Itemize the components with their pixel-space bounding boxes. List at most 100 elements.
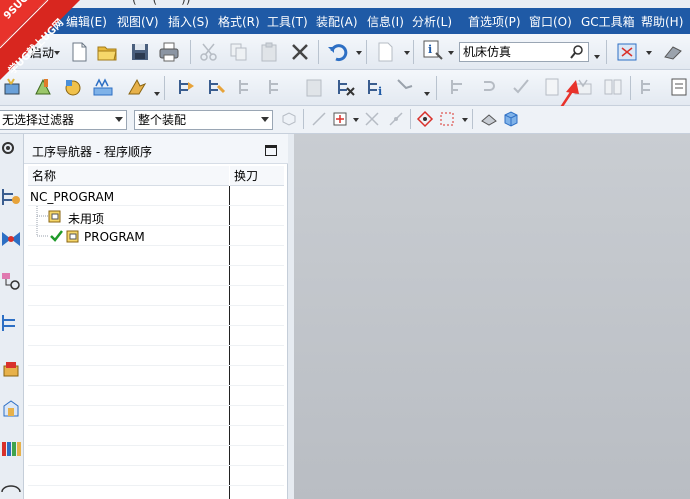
create-dropdown-icon[interactable]: [154, 92, 160, 96]
snap-dropdown-icon[interactable]: [353, 118, 359, 122]
checkmark-icon: [50, 230, 63, 242]
delete-icon[interactable]: [289, 41, 311, 63]
column-header-tool-change[interactable]: 换刀: [230, 166, 284, 186]
show-hide-icon[interactable]: [480, 110, 498, 128]
operation-dropdown-icon[interactable]: [424, 92, 430, 96]
tree-row-label: NC_PROGRAM: [30, 190, 115, 204]
selection-intent-icon[interactable]: [416, 110, 434, 128]
object-info-icon[interactable]: i: [365, 76, 387, 98]
menu-insert[interactable]: 插入(S): [168, 13, 209, 30]
create-operation-icon[interactable]: [126, 76, 148, 98]
assembly-navigator-tab-icon[interactable]: [0, 312, 22, 334]
view-cube-icon[interactable]: [502, 110, 520, 128]
tree-row-nc-program[interactable]: NC_PROGRAM: [28, 186, 284, 206]
chevron-down-icon: [261, 117, 269, 122]
menu-tools[interactable]: 工具(T): [267, 13, 308, 30]
render-style-icon[interactable]: [662, 41, 684, 63]
machine-navigator-tab-icon[interactable]: [0, 228, 22, 250]
fit-view-icon[interactable]: [616, 41, 638, 63]
machine-tool-view-icon[interactable]: [206, 76, 228, 98]
window-title: —(— (——)): [120, 0, 191, 6]
maximize-button[interactable]: [265, 145, 277, 156]
create-method-icon[interactable]: [92, 76, 114, 98]
empty-row: [28, 406, 284, 426]
menu-help[interactable]: 帮助(H): [641, 13, 683, 30]
command-finder-text: 机床仿真: [463, 45, 512, 59]
menu-assembly[interactable]: 装配(A): [316, 13, 358, 30]
empty-row: [28, 366, 284, 386]
assembly-scope-select[interactable]: 整个装配: [134, 110, 273, 130]
snap-endpoint-icon[interactable]: [310, 110, 328, 128]
empty-row: [28, 306, 284, 326]
tree-row-program[interactable]: PROGRAM: [28, 226, 284, 246]
verify-toolpath-icon[interactable]: [510, 76, 532, 98]
snap-point-icon[interactable]: [331, 110, 349, 128]
save-icon[interactable]: [129, 41, 151, 63]
reuse-library-tab-icon[interactable]: [0, 358, 22, 380]
menu-preferences[interactable]: 首选项(P): [468, 13, 521, 30]
program-group-icon: [66, 230, 79, 243]
geometry-view-icon[interactable]: [236, 76, 258, 98]
navigator-tree: 名称 换刀 NC_PROGRAM 未用项 PROGRAM: [28, 164, 284, 499]
repeat-command-icon[interactable]: [374, 41, 396, 63]
method-view-icon[interactable]: [266, 76, 288, 98]
paste-icon[interactable]: [258, 41, 280, 63]
graphics-window[interactable]: [294, 134, 690, 499]
chevron-down-icon: [115, 117, 123, 122]
repeat-dropdown-icon[interactable]: [404, 51, 410, 55]
postprocess-icon[interactable]: [602, 76, 624, 98]
menu-view[interactable]: 视图(V): [117, 13, 159, 30]
select-mode-dropdown-icon[interactable]: [462, 118, 468, 122]
delete-operation-icon[interactable]: [335, 76, 357, 98]
undo-dropdown-icon[interactable]: [356, 51, 362, 55]
print-icon[interactable]: [158, 41, 180, 63]
shop-documentation-icon[interactable]: [638, 76, 660, 98]
open-folder-icon[interactable]: [96, 41, 118, 63]
program-order-view-icon[interactable]: [176, 76, 198, 98]
tree-connector: [36, 226, 49, 237]
command-finder-input[interactable]: 机床仿真: [459, 42, 589, 62]
navigator-header: 工序导航器 - 程序顺序: [24, 134, 288, 164]
gear-icon[interactable]: [0, 140, 16, 156]
menu-window[interactable]: 窗口(O): [529, 13, 572, 30]
palette-tab-icon[interactable]: [0, 438, 22, 460]
generate-toolpath-icon[interactable]: [448, 76, 470, 98]
info-dropdown-icon[interactable]: [448, 51, 454, 55]
snap-midpoint-icon[interactable]: [387, 110, 405, 128]
program-group-icon: [48, 210, 61, 223]
history-tab-icon[interactable]: [0, 480, 22, 498]
empty-row: [28, 266, 284, 286]
menu-gc-toolbox[interactable]: GC工具箱: [581, 13, 635, 30]
type-filter-select[interactable]: 无选择过滤器: [0, 110, 127, 130]
column-header-name[interactable]: 名称: [28, 166, 229, 186]
report-icon[interactable]: [668, 76, 690, 98]
empty-row: [28, 246, 284, 266]
empty-row: [28, 326, 284, 346]
tool-path-icon[interactable]: [394, 76, 416, 98]
part-navigator-tab-icon[interactable]: [0, 270, 22, 292]
operation-navigator: 工序导航器 - 程序顺序 名称 换刀 NC_PROGRAM 未用项 PROGRA…: [24, 134, 288, 499]
site-logo-badge: 9SUG 学UG就上UG网: [0, 0, 80, 80]
menu-format[interactable]: 格式(R): [218, 13, 260, 30]
menu-information[interactable]: 信息(I): [367, 13, 404, 30]
tree-row-unused-items[interactable]: 未用项: [28, 206, 284, 226]
operation-navigator-tab-icon[interactable]: [0, 186, 22, 208]
rectangle-select-icon[interactable]: [438, 110, 456, 128]
machine-library-tab-icon[interactable]: [0, 398, 22, 420]
search-dropdown-icon[interactable]: [594, 55, 600, 59]
information-icon[interactable]: i: [422, 39, 444, 61]
svg-text:i: i: [378, 85, 382, 98]
select-all-icon[interactable]: [280, 110, 298, 128]
cut-icon[interactable]: [198, 41, 220, 63]
view-dropdown-icon[interactable]: [646, 51, 652, 55]
empty-row: [28, 466, 284, 486]
search-icon[interactable]: [570, 45, 584, 59]
replay-toolpath-icon[interactable]: [480, 76, 502, 98]
copy-icon[interactable]: [228, 41, 250, 63]
selection-bar: 无选择过滤器 整个装配: [0, 106, 690, 134]
undo-icon[interactable]: [326, 41, 348, 63]
menu-analysis[interactable]: 分析(L): [412, 13, 452, 30]
snap-intersection-icon[interactable]: [363, 110, 381, 128]
paste-operation-icon[interactable]: [303, 76, 325, 98]
empty-row: [28, 386, 284, 406]
